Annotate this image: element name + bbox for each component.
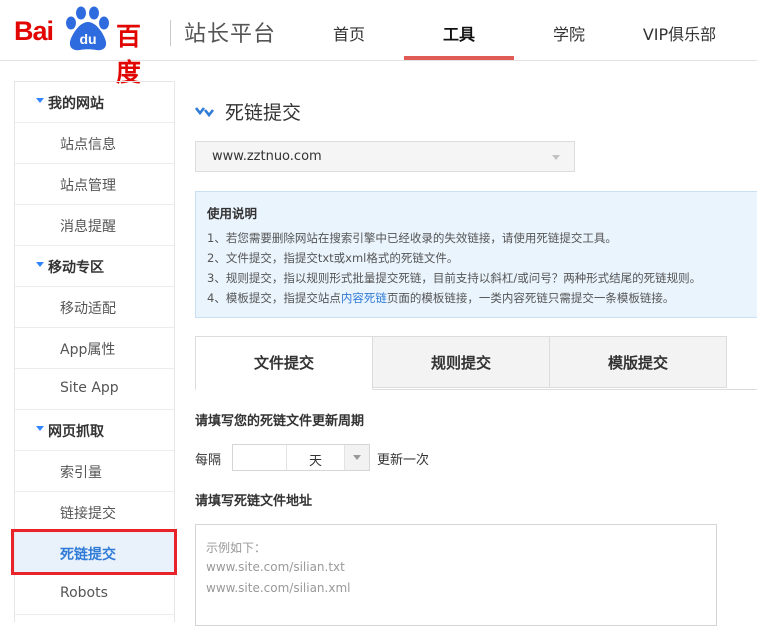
nav-home[interactable]: 首页	[318, 0, 380, 58]
sidebar-group-my-sites[interactable]: 我的网站	[15, 82, 174, 123]
usage-notes-box: 使用说明 1、若您需要删除网站在搜索引擎中已经收录的失效链接，请使用死链提交工具…	[195, 191, 757, 318]
usage-note-text: 4、模板提交，指提交站点	[207, 291, 341, 305]
site-title: 站长平台	[184, 22, 277, 47]
sidebar-item-label: 站点管理	[60, 178, 116, 194]
sidebar-item-messages[interactable]: 消息提醒	[15, 205, 174, 246]
sidebar-item-label: 消息提醒	[60, 219, 116, 235]
period-prefix: 每隔	[195, 453, 222, 468]
nav-vip-club[interactable]: VIP俱乐部	[632, 0, 727, 58]
update-period-label: 请填写您的死链文件更新周期	[195, 414, 365, 429]
sidebar-group-crawl[interactable]: 网页抓取	[15, 410, 174, 451]
deadlink-address-textarea[interactable]: 示例如下： www.site.com/silian.txt www.site.c…	[195, 524, 717, 626]
content-deadlink-link[interactable]: 内容死链	[341, 291, 387, 305]
sidebar-group-label: 移动专区	[48, 260, 104, 276]
sidebar-item-site-manage[interactable]: 站点管理	[15, 164, 174, 205]
sidebar-item-label: Robots	[60, 585, 108, 601]
sidebar-item-label: 移动适配	[60, 301, 116, 317]
submit-tabs: 文件提交 规则提交 模版提交	[195, 336, 757, 390]
double-chevron-icon	[195, 107, 215, 118]
sidebar-item-link-submit[interactable]: 链接提交	[15, 492, 174, 533]
sidebar-group-label: 我的网站	[48, 96, 104, 112]
highlight-box	[11, 529, 177, 575]
site-select[interactable]: www.zztnuo.com	[195, 141, 575, 172]
paw-icon: du	[66, 6, 109, 51]
usage-note-text: 页面的模板链接，一类内容死链只需提交一条模板链接。	[386, 291, 675, 305]
sidebar-item-label: 链接提交	[60, 506, 116, 522]
top-header: Bai du 百度 站长平台 首页 工具 学院 VIP俱乐部	[0, 0, 757, 87]
usage-notes-title: 使用说明	[207, 206, 258, 221]
sidebar-item-index[interactable]: 索引量	[15, 451, 174, 492]
header-divider	[170, 20, 171, 46]
sidebar-group-mobile[interactable]: 移动专区	[15, 246, 174, 287]
nav-tools[interactable]: 工具	[404, 0, 514, 60]
sidebar-item-app-attr[interactable]: App属性	[15, 328, 174, 369]
textarea-placeholder-line: 示例如下：	[206, 541, 267, 555]
caret-down-icon	[36, 262, 44, 267]
logo-text-du: du	[79, 31, 96, 47]
chevron-down-icon[interactable]	[345, 445, 369, 470]
textarea-placeholder-line: www.site.com/silian.xml	[206, 581, 351, 595]
usage-note-line: 1、若您需要删除网站在搜索引擎中已经收录的失效链接，请使用死链提交工具。	[207, 231, 617, 245]
sidebar-item-label: 站点信息	[60, 137, 116, 153]
tab-rule-submit[interactable]: 规则提交	[372, 336, 550, 388]
caret-down-icon	[36, 426, 44, 431]
site-select-value: www.zztnuo.com	[212, 149, 322, 164]
sidebar-item-robots[interactable]: Robots	[15, 574, 174, 615]
usage-note-line: 3、规则提交，指以规则形式批量提交死链，目前支持以斜杠/或问号？两种形式结尾的死…	[207, 271, 702, 285]
sidebar-item-site-info[interactable]: 站点信息	[15, 123, 174, 164]
nav-academy[interactable]: 学院	[538, 0, 600, 58]
sidebar-item-label: Site App	[60, 380, 119, 396]
sidebar-item-mobile-adapt[interactable]: 移动适配	[15, 287, 174, 328]
period-select: 天	[232, 444, 370, 471]
tab-template-submit[interactable]: 模版提交	[549, 336, 727, 388]
period-suffix: 更新一次	[377, 453, 430, 468]
sidebar-item-site-app[interactable]: Site App	[15, 369, 174, 410]
chevron-down-icon	[552, 155, 560, 160]
period-unit-value[interactable]: 天	[287, 450, 344, 469]
textarea-placeholder-line: www.site.com/silian.txt	[206, 560, 345, 574]
sidebar-item-label: 索引量	[60, 465, 102, 481]
logo-text-bai: Bai	[14, 16, 54, 46]
usage-note-line: 4、模板提交，指提交站点内容死链页面的模板链接，一类内容死链只需提交一条模板链接…	[207, 290, 674, 306]
caret-down-icon	[36, 98, 44, 103]
logo-text-cn: 百度	[116, 22, 141, 87]
sidebar-group-label: 网页抓取	[48, 424, 104, 440]
sidebar-item-label: App属性	[60, 342, 116, 358]
page-title-text: 死链提交	[225, 102, 302, 124]
period-number-input[interactable]	[233, 445, 286, 470]
usage-note-line: 2、文件提交，指提交txt或xml格式的死链文件。	[207, 251, 459, 265]
tab-file-submit[interactable]: 文件提交	[195, 336, 373, 390]
deadlink-address-label: 请填写死链文件地址	[195, 494, 313, 509]
